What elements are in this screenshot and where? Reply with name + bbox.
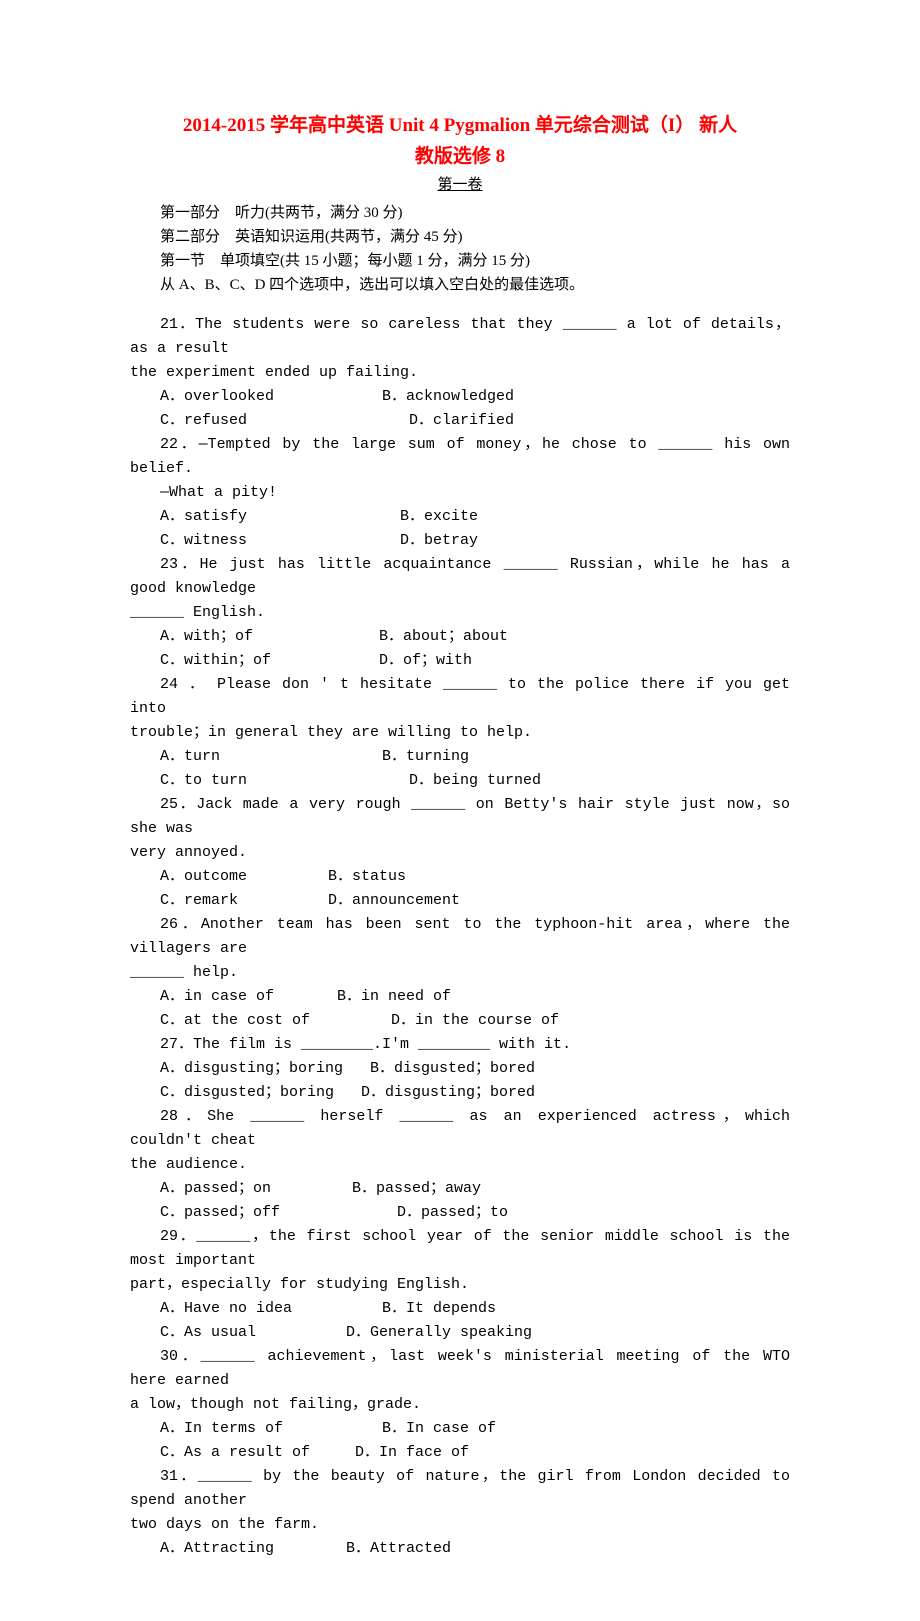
q22-stem-2: —What a pity!	[130, 481, 790, 505]
q29-stem-1: 29．______，the first school year of the s…	[130, 1225, 790, 1273]
q28-options-1: A．passed；on B．passed；away	[130, 1177, 790, 1201]
q25-stem-1: 25．Jack made a very rough ______ on Bett…	[130, 793, 790, 841]
q28-options-2: C．passed；off D．passed；to	[130, 1201, 790, 1225]
q24-stem-2: trouble；in general they are willing to h…	[130, 721, 790, 745]
intro-line-4: 从 A、B、C、D 四个选项中，选出可以填入空白处的最佳选项。	[130, 273, 790, 297]
q21-stem-1: 21．The students were so careless that th…	[130, 313, 790, 361]
doc-title-line1: 2014-2015 学年高中英语 Unit 4 Pygmalion 单元综合测试…	[130, 112, 790, 141]
doc-title-line2: 教版选修 8	[130, 143, 790, 172]
intro-line-1: 第一部分 听力(共两节，满分 30 分)	[130, 201, 790, 225]
q26-options-2: C．at the cost of D．in the course of	[130, 1009, 790, 1033]
doc-subtitle: 第一卷	[130, 173, 790, 197]
q23-options-1: A．with；of B．about；about	[130, 625, 790, 649]
q27-stem: 27．The film is ________.I'm ________ wit…	[130, 1033, 790, 1057]
q21-stem-2: the experiment ended up failing.	[130, 361, 790, 385]
q21-options-1: A．overlooked B．acknowledged	[130, 385, 790, 409]
q29-options-1: A．Have no idea B．It depends	[130, 1297, 790, 1321]
q31-stem-1: 31．______ by the beauty of nature，the gi…	[130, 1465, 790, 1513]
q30-options-1: A．In terms of B．In case of	[130, 1417, 790, 1441]
q28-stem-1: 28．She ______ herself ______ as an exper…	[130, 1105, 790, 1153]
q25-stem-2: very annoyed.	[130, 841, 790, 865]
q30-options-2: C．As a result of D．In face of	[130, 1441, 790, 1465]
q24-options-2: C．to turn D．being turned	[130, 769, 790, 793]
q26-stem-2: ______ help.	[130, 961, 790, 985]
q26-stem-1: 26．Another team has been sent to the typ…	[130, 913, 790, 961]
q28-stem-2: the audience.	[130, 1153, 790, 1177]
q26-options-1: A．in case of B．in need of	[130, 985, 790, 1009]
q22-options-2: C．witness D．betray	[130, 529, 790, 553]
q29-options-2: C．As usual D．Generally speaking	[130, 1321, 790, 1345]
q30-stem-1: 30．______ achievement，last week's minist…	[130, 1345, 790, 1393]
q24-stem-1: 24 ． Please don ' t hesitate ______ to t…	[130, 673, 790, 721]
q22-options-1: A．satisfy B．excite	[130, 505, 790, 529]
q25-options-1: A．outcome B．status	[130, 865, 790, 889]
document-page: 2014-2015 学年高中英语 Unit 4 Pygmalion 单元综合测试…	[0, 0, 920, 1621]
q25-options-2: C．remark D．announcement	[130, 889, 790, 913]
q30-stem-2: a low，though not failing，grade.	[130, 1393, 790, 1417]
q23-stem-1: 23．He just has little acquaintance _____…	[130, 553, 790, 601]
q24-options-1: A．turn B．turning	[130, 745, 790, 769]
q31-stem-2: two days on the farm.	[130, 1513, 790, 1537]
spacer	[130, 297, 790, 313]
q27-options-2: C．disgusted；boring D．disgusting；bored	[130, 1081, 790, 1105]
q29-stem-2: part，especially for studying English.	[130, 1273, 790, 1297]
q23-options-2: C．within；of D．of；with	[130, 649, 790, 673]
intro-line-3: 第一节 单项填空(共 15 小题；每小题 1 分，满分 15 分)	[130, 249, 790, 273]
q23-stem-2: ______ English.	[130, 601, 790, 625]
intro-line-2: 第二部分 英语知识运用(共两节，满分 45 分)	[130, 225, 790, 249]
q22-stem-1: 22．—Tempted by the large sum of money，he…	[130, 433, 790, 481]
q21-options-2: C．refused D．clarified	[130, 409, 790, 433]
q31-options-1: A．Attracting B．Attracted	[130, 1537, 790, 1561]
q27-options-1: A．disgusting；boring B．disgusted；bored	[130, 1057, 790, 1081]
